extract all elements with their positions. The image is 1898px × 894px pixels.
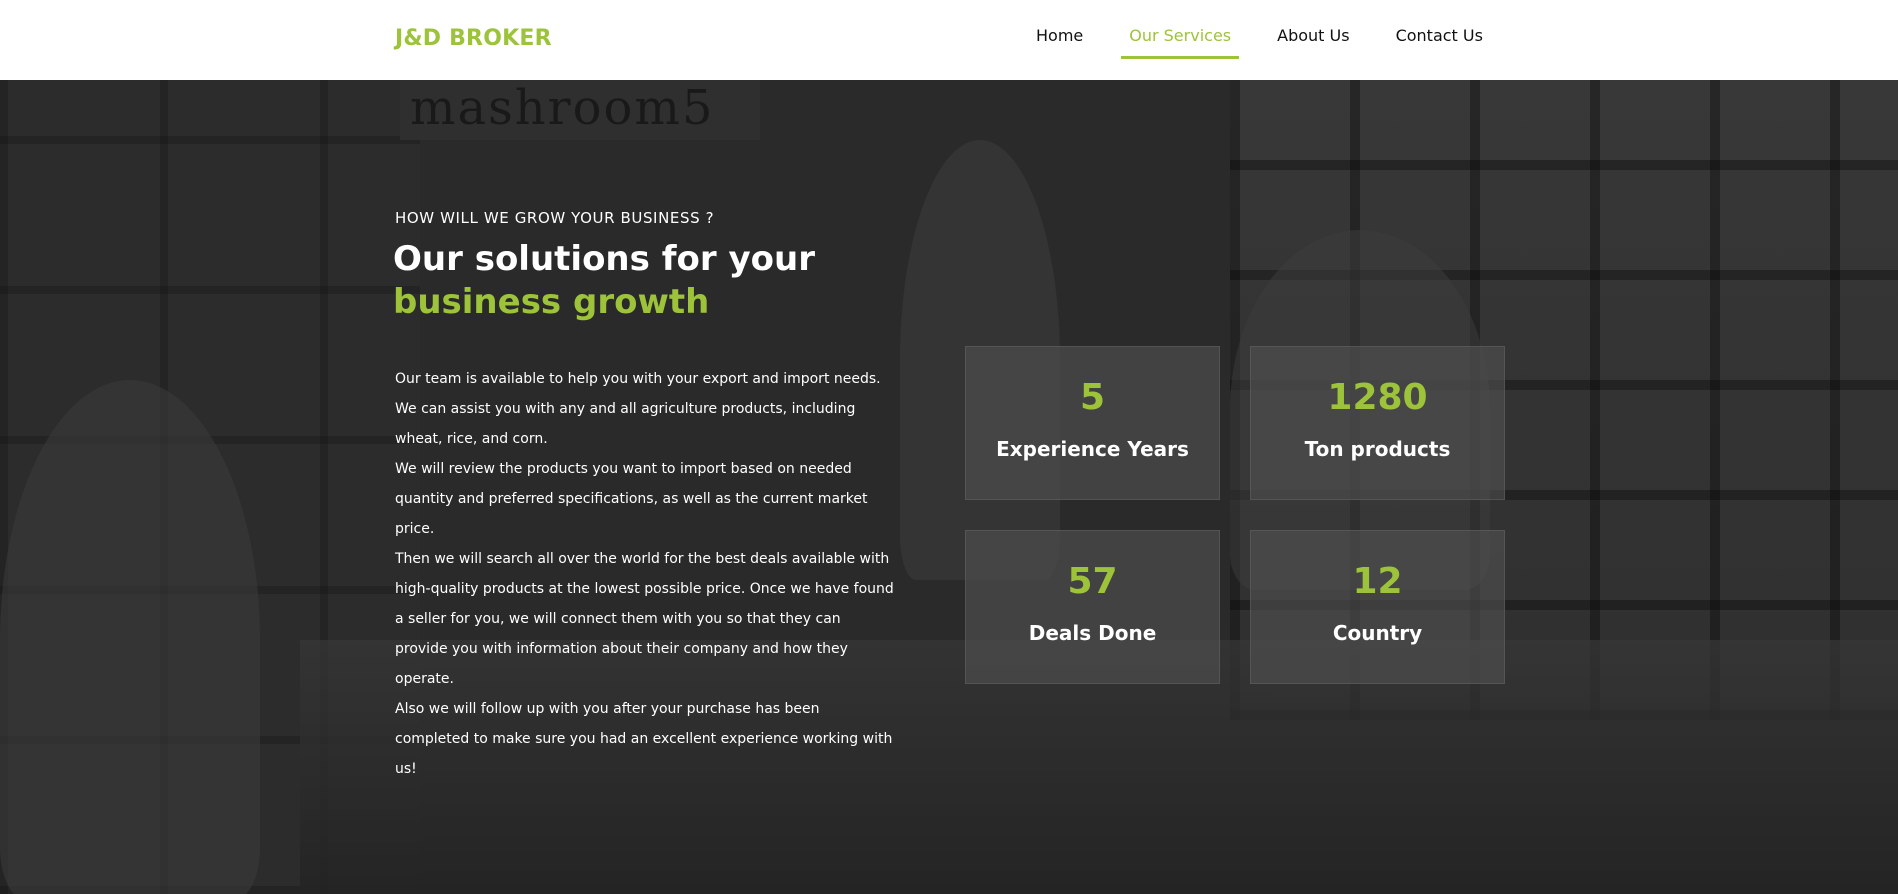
stat-card-deals: 57 Deals Done — [965, 530, 1220, 684]
site-header: J&D BROKER Home Our Services About Us Co… — [0, 0, 1898, 80]
stat-label: Deals Done — [1028, 621, 1157, 645]
section-description: Our team is available to help you with y… — [395, 364, 895, 784]
stat-label: Country — [1332, 621, 1423, 645]
section-kicker: HOW WILL WE GROW YOUR BUSINESS ? — [395, 209, 715, 227]
main-nav: Home Our Services About Us Contact Us — [1030, 0, 1483, 80]
section-title-line2: business growth — [393, 282, 710, 322]
stat-value: 1280 — [1327, 377, 1428, 418]
nav-item-about-us[interactable]: About Us — [1277, 0, 1349, 80]
background-sign-text: mashroom5 — [410, 80, 715, 136]
description-paragraph: Then we will search all over the world f… — [395, 551, 894, 687]
description-paragraph: Also we will follow up with you after yo… — [395, 701, 893, 777]
description-paragraph: We will review the products you want to … — [395, 461, 868, 537]
stat-value: 5 — [1079, 377, 1106, 418]
description-paragraph: Our team is available to help you with y… — [395, 371, 881, 447]
services-hero: mashroom5 HOW WILL WE GROW YOUR BUSINESS… — [0, 80, 1898, 894]
background-person — [0, 380, 260, 894]
stat-card-country: 12 Country — [1250, 530, 1505, 684]
brand-logo[interactable]: J&D BROKER — [395, 26, 552, 51]
stat-value: 57 — [1067, 561, 1118, 602]
stat-label: Ton products — [1304, 437, 1451, 461]
nav-item-contact-us[interactable]: Contact Us — [1396, 0, 1483, 80]
stat-value: 12 — [1352, 561, 1403, 602]
section-title-line1: Our solutions for your — [393, 239, 815, 279]
section-title: Our solutions for your business growth — [393, 238, 815, 324]
nav-item-home[interactable]: Home — [1036, 0, 1083, 80]
stat-label: Experience Years — [996, 437, 1189, 461]
stat-card-ton-products: 1280 Ton products — [1250, 346, 1505, 500]
nav-item-our-services[interactable]: Our Services — [1121, 0, 1239, 80]
stat-card-experience: 5 Experience Years — [965, 346, 1220, 500]
